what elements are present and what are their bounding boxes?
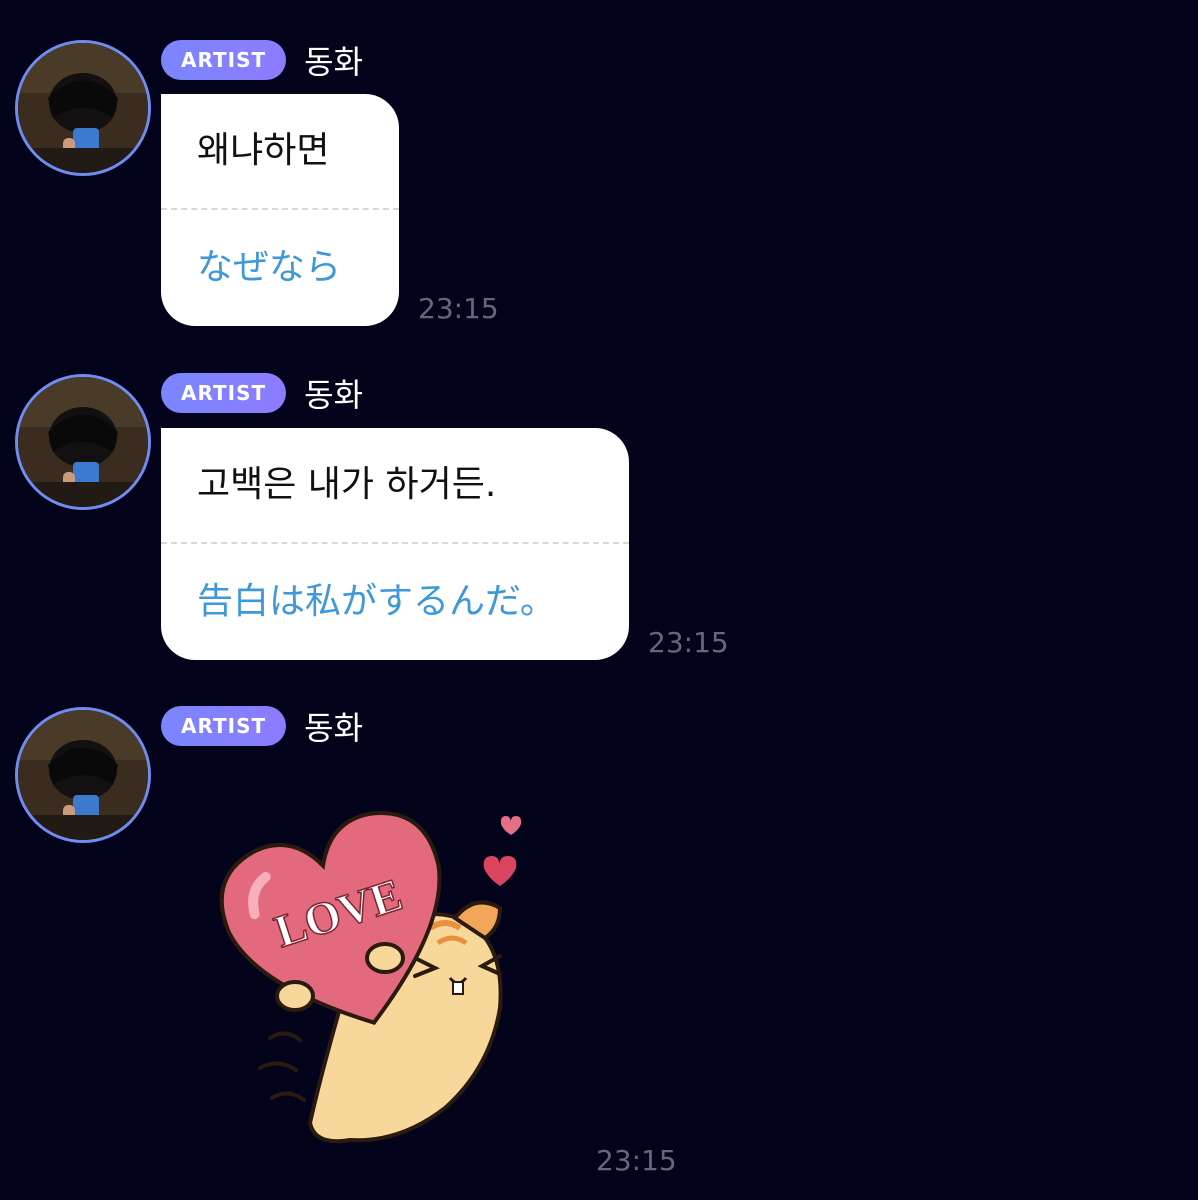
message-header: ARTIST 동화 (161, 40, 364, 81)
message-text-japanese: 告白は私がするんだ。 (197, 581, 556, 622)
message-bubble[interactable]: 고백은 내가 하거든. 告白は私がするんだ。 (161, 428, 629, 660)
chat-screen: ARTIST 동화 왜냐하면 なぜなら 23:15 ARTIST 동화 고백은 … (0, 0, 1198, 1200)
artist-avatar[interactable] (15, 707, 151, 843)
artist-badge: ARTIST (161, 40, 287, 80)
message-timestamp: 23:15 (418, 292, 499, 325)
message-header: ARTIST 동화 (161, 373, 364, 414)
sender-name: 동화 (304, 709, 364, 747)
sender-name: 동화 (304, 43, 364, 81)
message-text-japanese: なぜなら (197, 247, 342, 288)
message-bubble[interactable]: 왜냐하면 なぜなら (161, 94, 399, 326)
message-timestamp: 23:15 (648, 626, 729, 659)
artist-badge: ARTIST (161, 706, 287, 746)
artist-avatar[interactable] (15, 40, 151, 176)
hamster-love-heart-sticker[interactable]: LOVE (200, 778, 530, 1148)
message-timestamp: 23:15 (596, 1144, 677, 1177)
message-text-korean: 왜냐하면 (197, 130, 330, 171)
artist-avatar[interactable] (15, 374, 151, 510)
message-header: ARTIST 동화 (161, 706, 364, 747)
message-text-korean: 고백은 내가 하거든. (197, 464, 497, 505)
artist-badge: ARTIST (161, 373, 287, 413)
sender-name: 동화 (304, 376, 364, 414)
